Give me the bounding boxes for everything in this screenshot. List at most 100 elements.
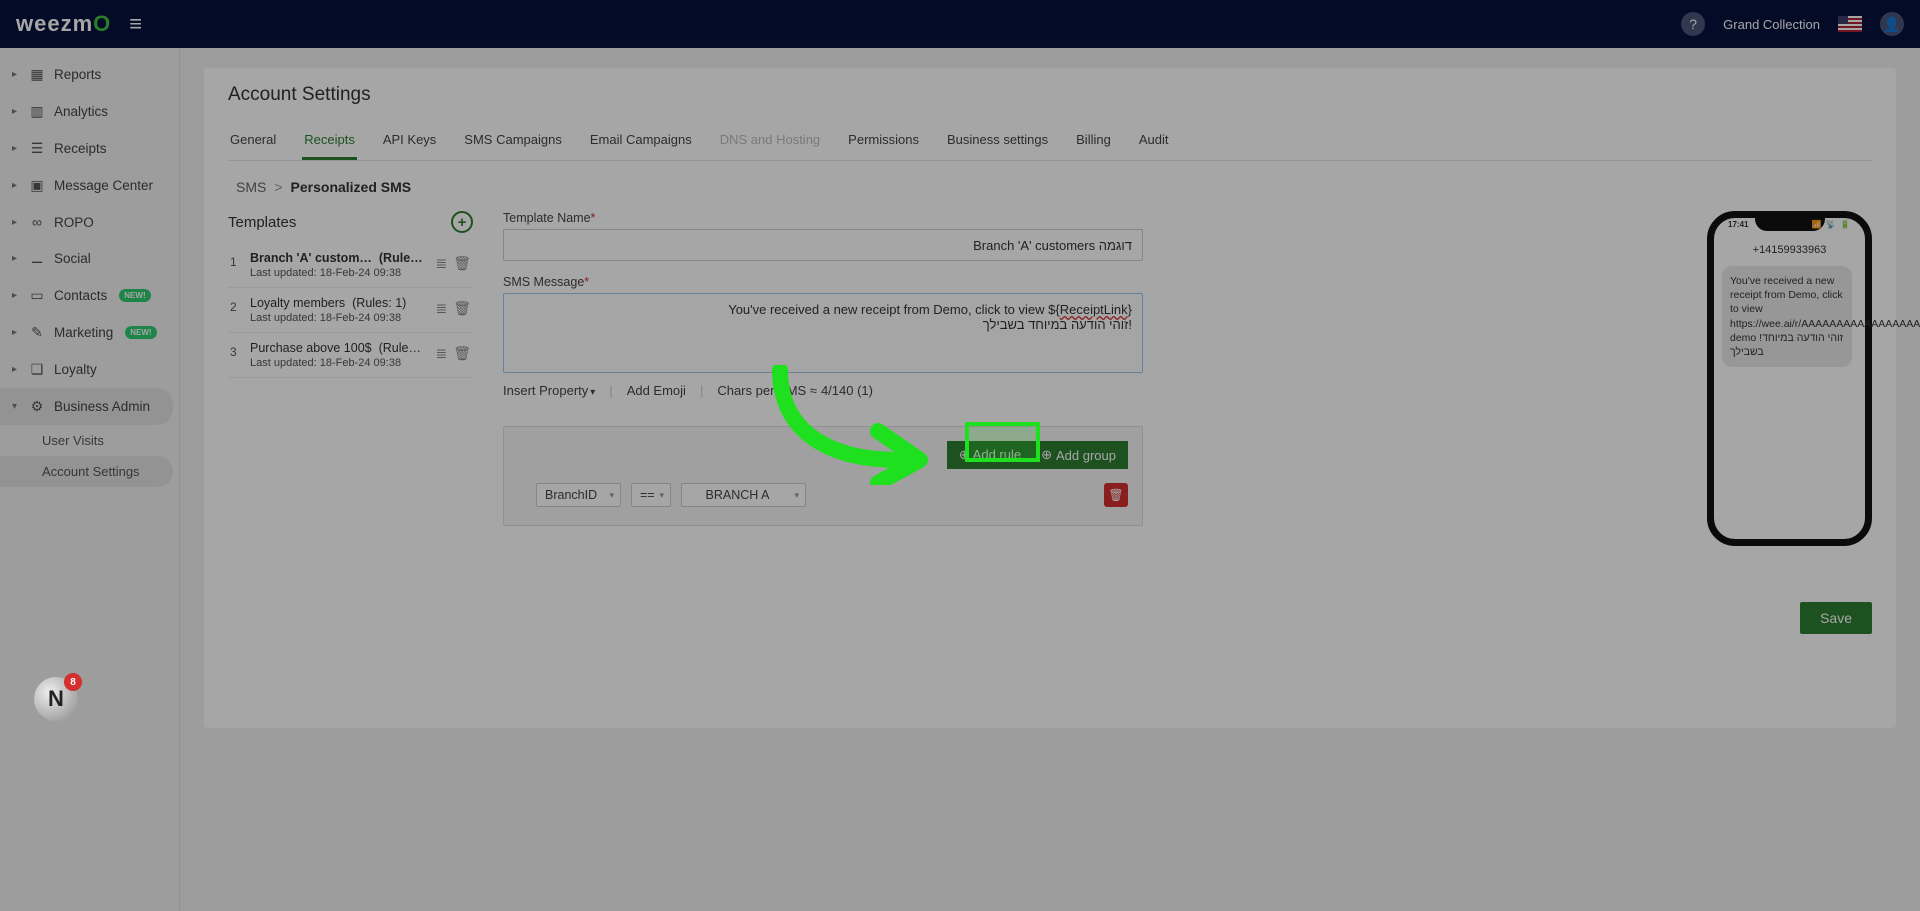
breadcrumb: SMS > Personalized SMS: [236, 179, 1872, 195]
message-icon: ▣: [28, 177, 46, 194]
new-badge: NEW!: [125, 326, 156, 339]
add-emoji-button[interactable]: Add Emoji: [627, 383, 686, 398]
delete-icon[interactable]: 🗑: [453, 345, 471, 362]
phone-number: +14159933963: [1722, 244, 1857, 256]
breadcrumb-current: Personalized SMS: [291, 179, 412, 195]
tab-general[interactable]: General: [228, 124, 278, 160]
template-name: Loyalty members: [250, 296, 345, 310]
tab-dns-hosting[interactable]: DNS and Hosting: [718, 124, 822, 160]
nav-business-admin[interactable]: ▾⚙Business Admin: [0, 388, 173, 425]
template-updated: Last updated: 18-Feb-24 09:38: [250, 312, 425, 324]
phone-status-icons: 📶 📡 🔋: [1812, 220, 1851, 229]
templates-column: Templates + 1 Branch 'A' custom… (Rules:…: [228, 211, 473, 546]
analytics-icon: ▥: [28, 103, 46, 120]
receipts-icon: ☰: [28, 140, 46, 157]
nav-label: Social: [54, 251, 91, 266]
account-name[interactable]: Grand Collection: [1723, 17, 1820, 32]
tab-sms-campaigns[interactable]: SMS Campaigns: [462, 124, 564, 160]
add-group-button[interactable]: ⊕ Add group: [1033, 441, 1128, 469]
rule-value-select[interactable]: BRANCH A▾: [681, 483, 806, 507]
reorder-icon[interactable]: ≣: [435, 300, 447, 317]
sms-bubble: You've received a new receipt from Demo,…: [1722, 266, 1852, 367]
save-button[interactable]: Save: [1800, 602, 1872, 634]
rule-row: BranchID▾ ==▾ BRANCH A▾ 🗑: [518, 483, 1128, 507]
template-rules: (Rules: 1): [352, 296, 406, 310]
template-index: 3: [230, 341, 240, 359]
delete-icon[interactable]: 🗑: [453, 255, 471, 272]
reports-icon: ▦: [28, 66, 46, 83]
marketing-icon: ✎: [28, 324, 46, 341]
contacts-icon: ▭: [28, 287, 46, 304]
logo-accent: O: [93, 11, 111, 37]
new-badge: NEW!: [119, 289, 150, 302]
tab-email-campaigns[interactable]: Email Campaigns: [588, 124, 694, 160]
template-updated: Last updated: 18-Feb-24 09:38: [250, 267, 425, 279]
nav-label: Contacts: [54, 288, 107, 303]
nav-analytics[interactable]: ▸▥Analytics: [0, 93, 179, 130]
nav-loyalty[interactable]: ▸❏Loyalty: [0, 351, 179, 388]
notes-letter: N: [48, 686, 64, 712]
tab-permissions[interactable]: Permissions: [846, 124, 921, 160]
delete-rule-button[interactable]: 🗑: [1104, 483, 1128, 507]
template-name: Branch 'A' custom…: [250, 251, 372, 265]
loyalty-icon: ❏: [28, 361, 46, 378]
tab-receipts[interactable]: Receipts: [302, 124, 357, 160]
nav-label: ROPO: [54, 215, 94, 230]
nav-message-center[interactable]: ▸▣Message Center: [0, 167, 179, 204]
template-row[interactable]: 2 Loyalty members (Rules: 1) Last update…: [228, 288, 473, 333]
templates-title: Templates: [228, 214, 296, 231]
tabs-bar: General Receipts API Keys SMS Campaigns …: [228, 124, 1872, 161]
editor-toolbar: Insert Property▾ | Add Emoji | Chars per…: [503, 383, 1143, 398]
nav-label: Receipts: [54, 141, 107, 156]
add-template-button[interactable]: +: [451, 211, 473, 233]
subnav-account-settings[interactable]: Account Settings: [0, 456, 173, 487]
nav-label: Loyalty: [54, 362, 97, 377]
main-area: Account Settings General Receipts API Ke…: [180, 48, 1920, 911]
nav-label: Marketing: [54, 325, 113, 340]
notes-count: 8: [64, 673, 82, 691]
rules-box: ⊕ Add rule ⊕ Add group BranchID▾ ==▾ BRA…: [503, 426, 1143, 526]
settings-panel: Account Settings General Receipts API Ke…: [204, 68, 1896, 728]
msg-hebrew: !זוהי הודעה במיוחד בשבילך: [983, 317, 1132, 332]
template-row[interactable]: 3 Purchase above 100$ (Rules: 1) Last up…: [228, 333, 473, 378]
editor-column: Template Name* SMS Message* You've recei…: [503, 211, 1143, 546]
help-icon[interactable]: ?: [1681, 12, 1705, 36]
tab-business-settings[interactable]: Business settings: [945, 124, 1050, 160]
nav-receipts[interactable]: ▸☰Receipts: [0, 130, 179, 167]
insert-property-button[interactable]: Insert Property▾: [503, 383, 595, 398]
nav-reports[interactable]: ▸▦Reports: [0, 56, 179, 93]
nav-contacts[interactable]: ▸▭ContactsNEW!: [0, 277, 179, 314]
msg-placeholder: ReceiptLink: [1060, 302, 1128, 317]
breadcrumb-root[interactable]: SMS: [236, 179, 266, 195]
notes-badge[interactable]: N 8: [34, 677, 78, 721]
ropo-icon: ∞: [28, 214, 46, 230]
tab-billing[interactable]: Billing: [1074, 124, 1113, 160]
subnav-user-visits[interactable]: User Visits: [0, 425, 173, 456]
rule-operator-select[interactable]: ==▾: [631, 483, 671, 507]
delete-icon[interactable]: 🗑: [453, 300, 471, 317]
profile-icon[interactable]: 👤: [1880, 12, 1904, 36]
template-row[interactable]: 1 Branch 'A' custom… (Rules: 1) Last upd…: [228, 243, 473, 288]
template-name-input[interactable]: [503, 229, 1143, 261]
tab-api-keys[interactable]: API Keys: [381, 124, 438, 160]
template-name: Purchase above 100$: [250, 341, 372, 355]
social-icon: ⚊: [28, 250, 46, 267]
msg-text: }: [1128, 302, 1132, 317]
tab-audit[interactable]: Audit: [1137, 124, 1171, 160]
rule-field-select[interactable]: BranchID▾: [536, 483, 621, 507]
reorder-icon[interactable]: ≣: [435, 345, 447, 362]
template-rules: (Rules: 1): [379, 341, 426, 355]
nav-marketing[interactable]: ▸✎MarketingNEW!: [0, 314, 179, 351]
menu-icon[interactable]: ≡: [129, 11, 142, 37]
add-rule-button[interactable]: ⊕ Add rule: [947, 441, 1033, 469]
nav-social[interactable]: ▸⚊Social: [0, 240, 179, 277]
flag-icon[interactable]: [1838, 16, 1862, 32]
sms-message-input[interactable]: You've received a new receipt from Demo,…: [503, 293, 1143, 373]
template-rules: (Rules: 1): [379, 251, 426, 265]
nav-label: Business Admin: [54, 399, 150, 414]
chars-value: 4/140 (1): [821, 383, 873, 398]
page-title: Account Settings: [228, 84, 1872, 106]
reorder-icon[interactable]: ≣: [435, 255, 447, 272]
template-index: 2: [230, 296, 240, 314]
nav-ropo[interactable]: ▸∞ROPO: [0, 204, 179, 240]
